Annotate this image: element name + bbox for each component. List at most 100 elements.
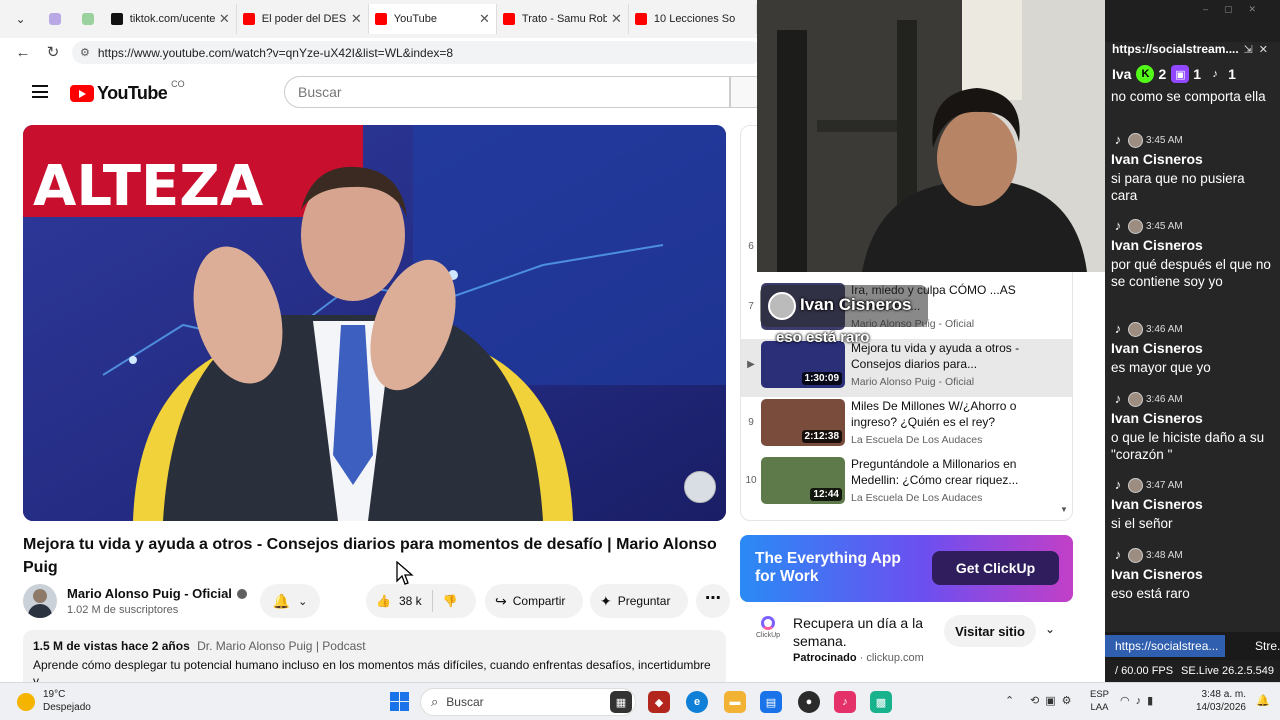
notifications-icon[interactable]: 🔔 — [1256, 694, 1270, 707]
pinned-tab-2[interactable] — [72, 4, 105, 34]
close-tab-icon[interactable]: ✕ — [219, 11, 230, 27]
visit-site-label: Visitar sitio — [955, 623, 1025, 639]
search-placeholder: Buscar — [298, 84, 342, 100]
address-bar-row: ← ↻ ⚙ https://www.youtube.com/watch?v=qn… — [0, 38, 762, 66]
chat-username: Ivan Cisneros — [1111, 151, 1203, 167]
pinned-tab-1[interactable] — [39, 4, 72, 34]
chat-time: 3:46 AM — [1146, 323, 1183, 335]
thumbs-up-icon: 👍 — [376, 594, 391, 608]
chat-message: ♪ 3:48 AM Ivan Cisneros eso está raro — [1111, 545, 1273, 602]
antivirus-icon[interactable]: ◆ — [648, 691, 670, 713]
notification-bell-button[interactable]: 🔔 ⌄ — [260, 584, 320, 618]
task-view-icon[interactable]: ▦ — [610, 691, 632, 713]
taskbar-search[interactable]: ⌕ Buscar — [420, 688, 636, 716]
clock[interactable]: 3:48 a. m. 14/03/2026 — [1190, 688, 1246, 714]
playlist-channel: La Escuela De Los Audaces — [851, 434, 983, 446]
playlist-thumbnail: 12:44 — [761, 457, 845, 504]
input-language[interactable]: ESP LAA — [1090, 688, 1109, 714]
visit-site-button[interactable]: Visitar sitio — [944, 615, 1036, 647]
chat-avatar — [1128, 321, 1143, 337]
chat-text: si el señor — [1111, 516, 1173, 531]
chat-url-controls[interactable]: ⇲✕ — [1244, 43, 1274, 56]
tiktok-live-icon[interactable]: ♪ — [834, 691, 856, 713]
share-button[interactable]: ↪ Compartir — [485, 584, 583, 618]
chat-avatar — [1128, 132, 1143, 148]
channel-avatar[interactable] — [23, 584, 57, 618]
webcam-frame — [757, 0, 1105, 272]
browser-tab[interactable]: Trato - Samu Roble ✕ — [497, 4, 629, 34]
mouse-cursor-icon — [396, 561, 414, 585]
playlist-thumbnail: 1:30:09 — [761, 341, 845, 388]
ad-banner[interactable]: The Everything App for Work Get ClickUp — [740, 535, 1073, 602]
browser-tab[interactable]: 10 Lecciones So — [629, 4, 757, 34]
window-controls[interactable]: –▢✕ — [1203, 4, 1272, 15]
chat-text: es mayor que yo — [1111, 360, 1211, 375]
channel-name[interactable]: Mario Alonso Puig - Oficial — [67, 586, 247, 601]
like-button[interactable]: 👍 38 k — [366, 584, 422, 618]
windows-taskbar: 19°C Despejado ⌕ Buscar ▦ ◆ e ▬ ▤ ● ♪ ▩ ⌃… — [0, 682, 1280, 720]
browser-tab[interactable]: tiktok.com/ucenter ✕ — [105, 4, 237, 34]
dock-tab-active[interactable]: https://socialstrea... — [1105, 635, 1225, 657]
chevron-down-icon[interactable]: ⌄ — [1045, 622, 1055, 636]
clickup-logo-icon: ClickUp — [754, 616, 782, 644]
tray-overflow-icon[interactable]: ⌃ — [1005, 694, 1020, 707]
network-volume-battery-icons[interactable]: ◠♪▮ — [1120, 694, 1159, 707]
chat-message: ♪ 3:46 AM Ivan Cisneros o que le hiciste … — [1111, 389, 1273, 463]
ad-logo-label: ClickUp — [755, 632, 781, 639]
playlist-item[interactable]: 10 12:44 Preguntándole a Millonarios en … — [741, 455, 1072, 513]
count-value: 1 — [1193, 66, 1202, 82]
obs-icon[interactable]: ● — [798, 691, 820, 713]
site-info-icon[interactable]: ⚙ — [80, 46, 90, 59]
start-windows-icon[interactable] — [390, 692, 409, 711]
ad-cta-button[interactable]: Get ClickUp — [932, 551, 1059, 585]
podcast-tag[interactable]: Dr. Mario Alonso Puig | Podcast — [197, 639, 366, 653]
ad-domain: clickup.com — [866, 652, 924, 664]
twitch-icon: ▣ — [1171, 65, 1190, 83]
keyboard-layout: LAA — [1090, 702, 1109, 713]
weather-condition: Despejado — [43, 702, 91, 713]
chevron-down-icon: ⌄ — [298, 595, 308, 608]
youtube-logo[interactable]: YouTube CO — [70, 79, 185, 104]
pinned-tab-icon — [82, 13, 95, 25]
scroll-down-arrow-icon[interactable]: ▼ — [1060, 505, 1068, 514]
chat-username: Ivan Cisneros — [1111, 410, 1203, 426]
ask-button[interactable]: ✦ Preguntar — [590, 584, 688, 618]
reload-icon[interactable]: ↻ — [38, 43, 68, 61]
close-tab-icon[interactable]: ✕ — [611, 11, 622, 27]
chat-text: si para que no pusiera cara — [1111, 171, 1245, 203]
close-tab-icon[interactable]: ✕ — [479, 11, 490, 27]
dock-tab[interactable]: Stre... — [1245, 635, 1280, 657]
tab-search-button[interactable]: ⌄ — [6, 6, 35, 32]
weather-moon-icon[interactable] — [17, 693, 35, 711]
file-explorer-icon[interactable]: ▬ — [724, 691, 746, 713]
playlist-title: Miles De Millones W/¿Ahorro o ingreso? ¿… — [851, 399, 1017, 429]
chat-app-icon[interactable]: ▩ — [870, 691, 892, 713]
url-field[interactable]: ⚙ https://www.youtube.com/watch?v=qnYze-… — [72, 41, 762, 64]
taskbar-search-label: Buscar — [446, 695, 484, 709]
count-value: 2 — [1158, 66, 1167, 82]
edge-icon[interactable]: e — [686, 691, 708, 713]
bell-icon: 🔔 — [272, 592, 291, 609]
tab-title: Trato - Samu Roble — [521, 13, 607, 25]
search-input[interactable]: Buscar — [284, 76, 730, 108]
close-tab-icon[interactable]: ✕ — [351, 11, 362, 27]
playlist-item[interactable]: 9 2:12:38 Miles De Millones W/¿Ahorro o … — [741, 397, 1072, 455]
description-box[interactable]: 1.5 M de vistas hace 2 años Dr. Mario Al… — [23, 630, 726, 690]
back-arrow-icon[interactable]: ← — [8, 44, 38, 61]
tray-apps-icons[interactable]: ⟲▣⚙ — [1030, 694, 1077, 707]
clock-time: 3:48 a. m. — [1201, 689, 1246, 700]
microsoft-store-icon[interactable]: ▤ — [760, 691, 782, 713]
chat-text: no como se comporta ella — [1111, 89, 1266, 104]
video-player[interactable]: ALTEZA — [23, 125, 726, 521]
more-actions-button[interactable]: ⋯ — [696, 584, 730, 618]
ad-text: Recupera un día a la semana. — [793, 615, 923, 649]
video-duration: 12:44 — [810, 488, 842, 501]
playlist-item-current[interactable]: ▶ 1:30:09 Mejora tu vida y ayuda a otros… — [741, 339, 1072, 397]
chat-time: 3:48 AM — [1146, 549, 1183, 561]
browser-tab[interactable]: El poder del DESPE ✕ — [237, 4, 369, 34]
menu-icon[interactable] — [32, 85, 48, 98]
channel-watermark[interactable] — [684, 471, 716, 503]
browser-tab-active[interactable]: YouTube ✕ — [368, 4, 497, 34]
dislike-button[interactable]: 👎 — [433, 584, 458, 618]
browser-tab-strip: ⌄ tiktok.com/ucenter ✕ El poder del DESPE… — [0, 0, 757, 38]
